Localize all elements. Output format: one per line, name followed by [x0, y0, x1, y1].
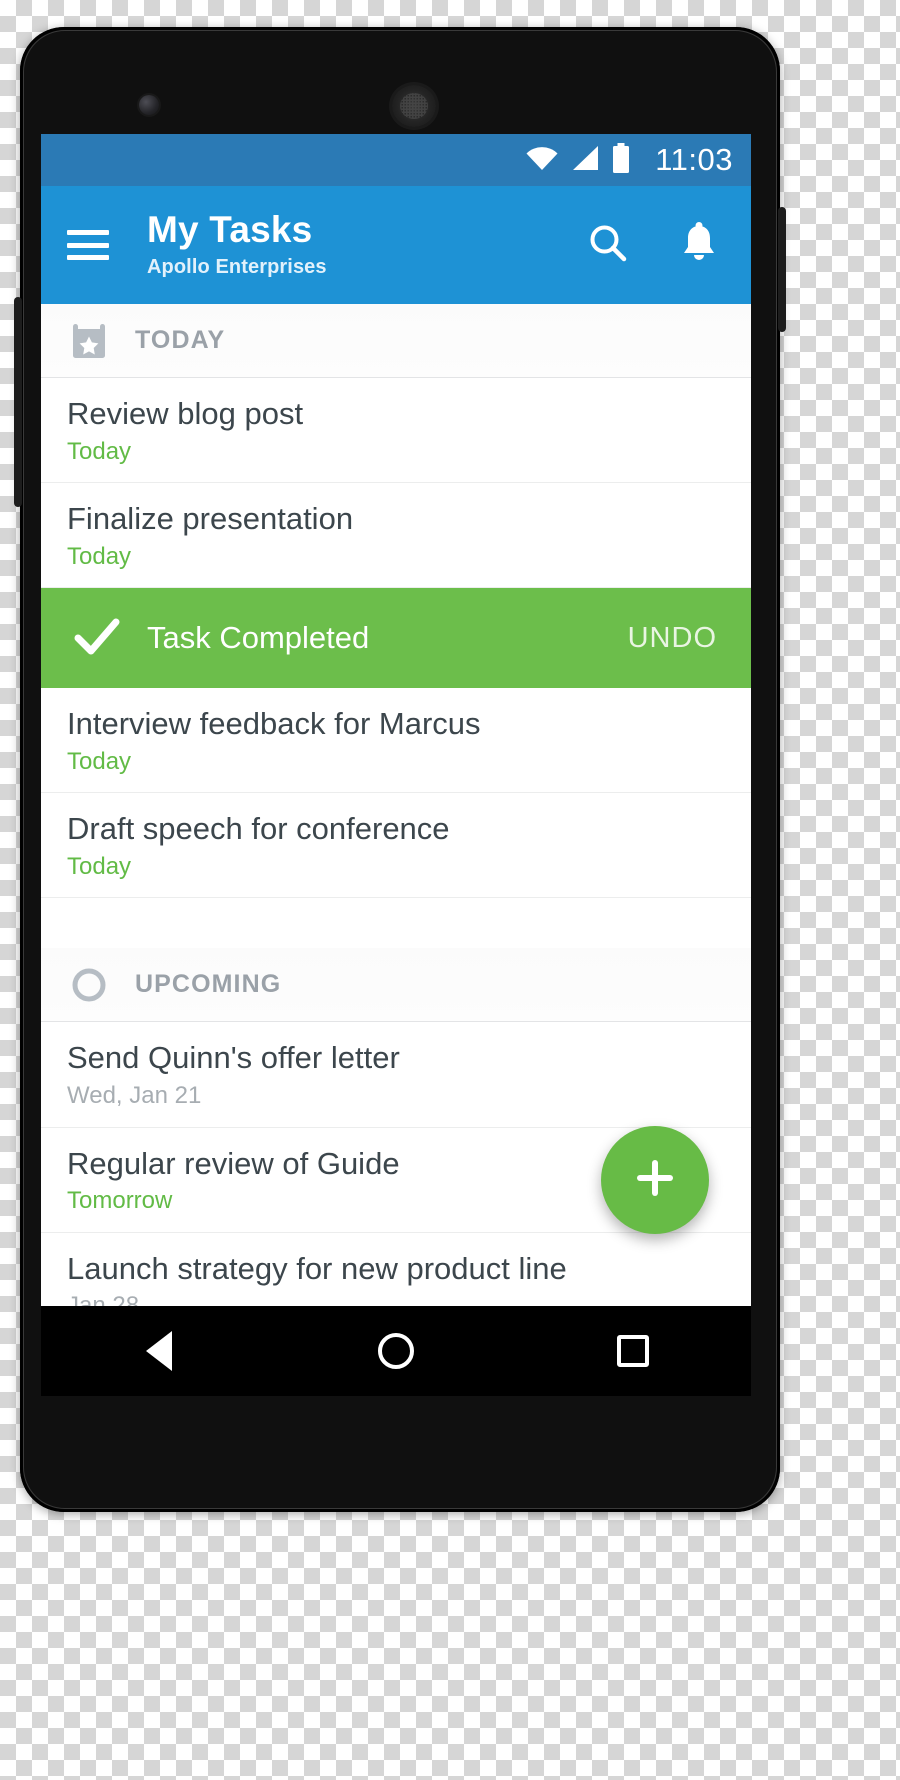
power-button[interactable] [14, 297, 22, 507]
snackbar-message: Task Completed [147, 620, 370, 656]
wifi-icon [525, 145, 559, 176]
task-row[interactable]: Launch strategy for new product line Jan… [41, 1232, 751, 1306]
nav-back-button[interactable] [99, 1321, 219, 1381]
app-bar-actions [587, 221, 719, 269]
page-title: My Tasks [147, 209, 313, 251]
search-icon[interactable] [587, 222, 629, 269]
nav-recents-button[interactable] [573, 1321, 693, 1381]
task-due: Today [67, 542, 132, 570]
phone-screen: 11:03 My Tasks Apollo Enterprises TODAY … [41, 134, 751, 1306]
recents-square-icon [616, 1335, 649, 1367]
task-due: Wed, Jan 21 [67, 1082, 202, 1110]
phone-device: 11:03 My Tasks Apollo Enterprises TODAY … [14, 27, 786, 1512]
cellular-signal-icon [570, 145, 600, 176]
battery-icon [611, 142, 631, 178]
section-header-today: TODAY [41, 304, 751, 378]
page-subtitle: Apollo Enterprises [147, 255, 327, 278]
add-task-fab[interactable] [601, 1126, 709, 1234]
task-due: Today [67, 853, 132, 881]
task-title: Finalize presentation [67, 501, 354, 537]
task-due: Jan 28 [67, 1292, 140, 1306]
status-icons: 11:03 [525, 142, 733, 178]
task-title: Draft speech for conference [67, 811, 450, 847]
back-triangle-icon [146, 1331, 173, 1371]
snackbar-undo-button[interactable]: UNDO [628, 622, 717, 655]
status-bar: 11:03 [41, 134, 751, 186]
task-title: Send Quinn's offer letter [67, 1040, 400, 1076]
app-bar-titles: My Tasks Apollo Enterprises [147, 209, 587, 279]
status-bar-clock: 11:03 [655, 142, 733, 177]
android-navigation-bar [41, 1306, 751, 1396]
task-title: Review blog post [67, 396, 304, 431]
section-label-upcoming: UPCOMING [135, 970, 282, 999]
app-bar: My Tasks Apollo Enterprises [41, 186, 751, 304]
nav-home-button[interactable] [336, 1321, 456, 1381]
task-title: Interview feedback for Marcus [67, 706, 481, 742]
section-header-upcoming: UPCOMING [41, 948, 751, 1023]
list-spacer [41, 898, 751, 949]
section-label-today: TODAY [135, 326, 226, 354]
circle-outline-icon [69, 966, 109, 1004]
task-due: Today [67, 437, 132, 465]
task-title: Launch strategy for new product line [67, 1250, 567, 1286]
notifications-bell-icon[interactable] [679, 221, 719, 269]
front-camera-icon [139, 95, 159, 115]
calendar-star-icon [69, 322, 109, 360]
volume-button[interactable] [778, 207, 786, 332]
task-due: Today [67, 747, 132, 775]
hamburger-menu-icon[interactable] [67, 230, 109, 260]
snackbar: Task Completed UNDO [41, 588, 751, 689]
task-row[interactable]: Interview feedback for Marcus Today [41, 688, 751, 794]
home-circle-icon [377, 1333, 414, 1369]
task-row[interactable]: Send Quinn's offer letter Wed, Jan 21 [41, 1022, 751, 1128]
plus-icon [631, 1154, 679, 1207]
task-row[interactable]: Draft speech for conference Today [41, 793, 751, 899]
task-row[interactable]: Review blog post Today [41, 378, 751, 484]
earpiece-speaker [392, 85, 436, 127]
task-row[interactable]: Finalize presentation Today [41, 483, 751, 589]
check-icon [71, 618, 123, 658]
